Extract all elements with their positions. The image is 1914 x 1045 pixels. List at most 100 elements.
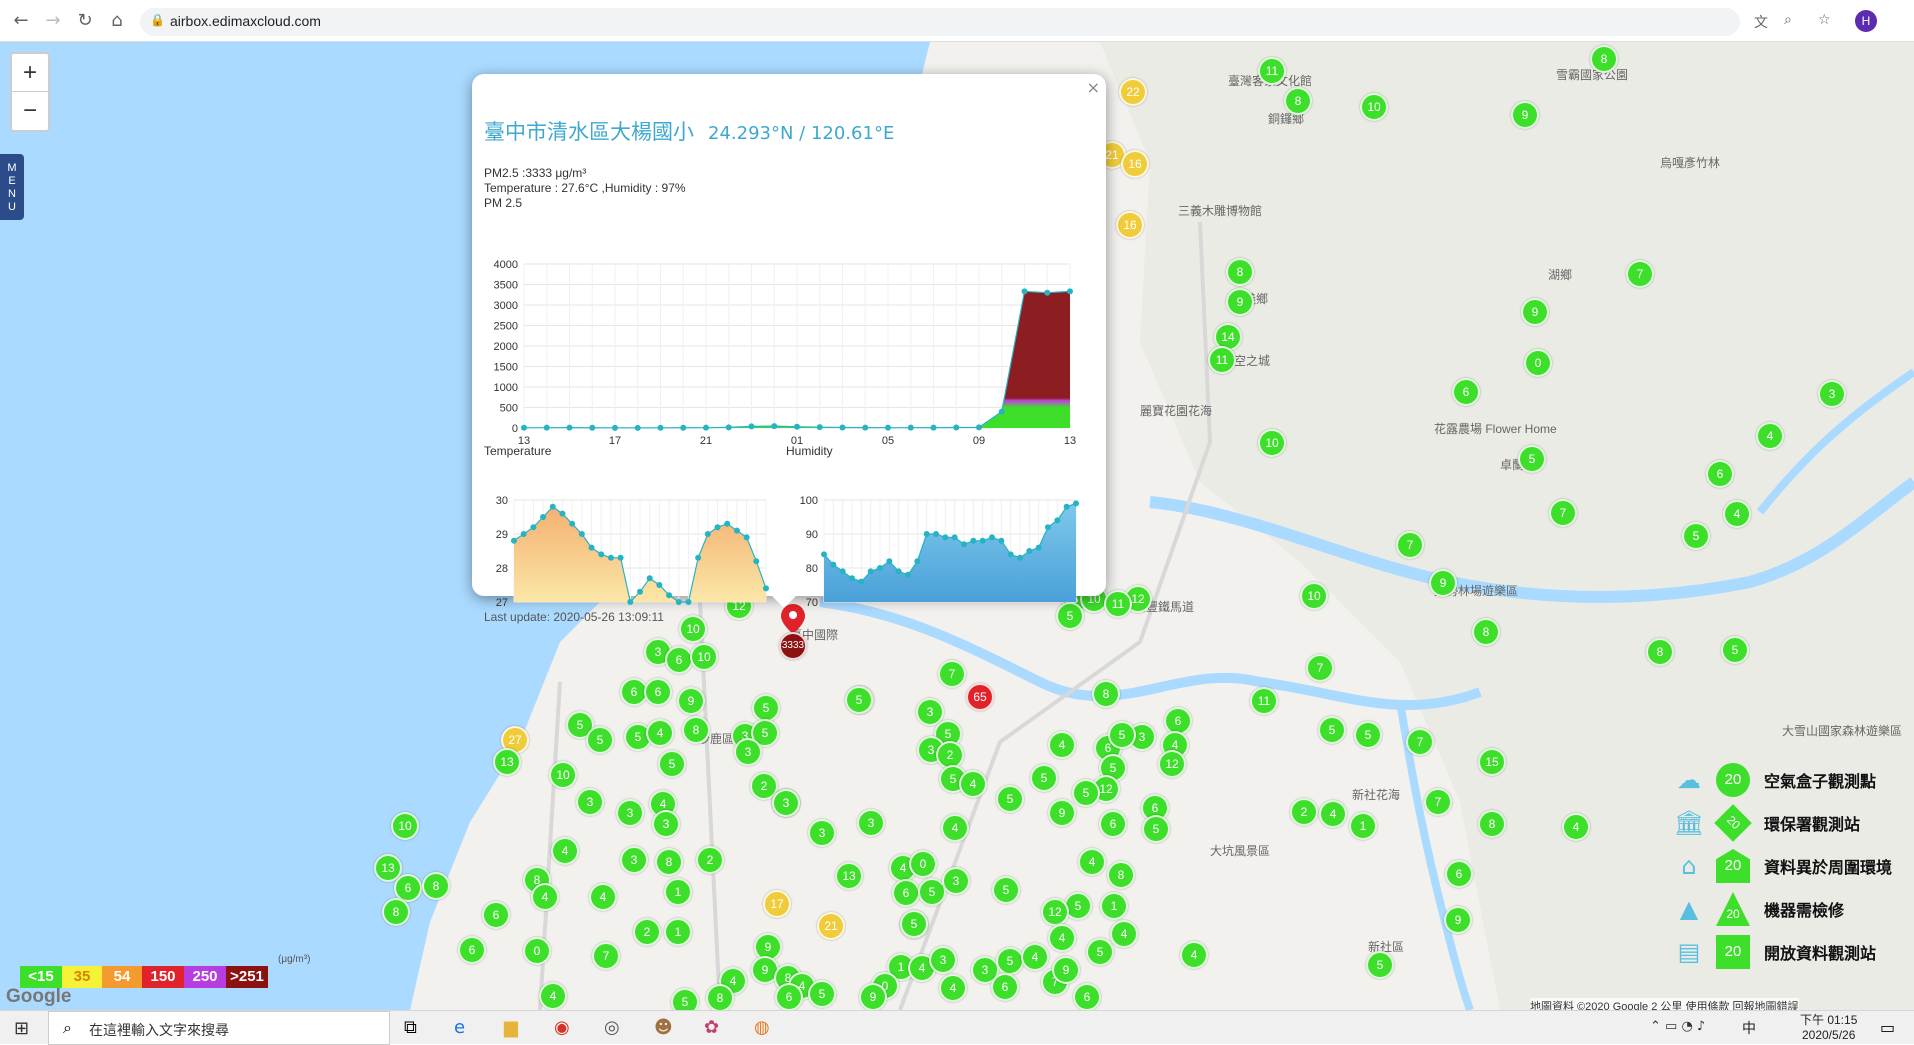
station-marker[interactable]: 6 [892,879,920,907]
station-marker[interactable]: 5 [752,694,780,722]
station-marker[interactable]: 15 [1478,748,1506,776]
station-marker[interactable]: 8 [1590,45,1618,73]
station-marker[interactable]: 13 [835,862,863,890]
station-marker[interactable]: 4 [1048,924,1076,952]
station-marker[interactable]: 1 [664,878,692,906]
station-marker[interactable]: 7 [938,660,966,688]
station-marker[interactable]: 5 [671,988,699,1010]
station-marker[interactable]: 22 [1119,78,1147,106]
station-marker[interactable]: 12 [1158,750,1186,778]
station-marker[interactable]: 11 [1250,687,1278,715]
station-marker[interactable]: 5 [1142,815,1170,843]
station-marker[interactable]: 5 [845,686,873,714]
station-marker[interactable]: 8 [655,848,683,876]
windows-start-icon[interactable]: ⊞ [14,1018,29,1039]
station-marker[interactable]: 5 [992,876,1020,904]
station-marker[interactable]: 10 [1258,429,1286,457]
station-marker[interactable]: 8 [422,872,450,900]
station-marker[interactable]: 2 [696,846,724,874]
station-marker[interactable]: 11 [1208,346,1236,374]
station-marker[interactable]: 4 [1021,943,1049,971]
station-marker[interactable]: 4 [1110,920,1138,948]
station-marker[interactable]: 8 [682,716,710,744]
station-marker[interactable]: 0 [1524,349,1552,377]
station-marker[interactable]: 8 [382,898,410,926]
station-marker[interactable]: 8 [1107,861,1135,889]
file-explorer-icon[interactable]: ▆ [504,1017,518,1038]
station-marker[interactable]: 3 [616,799,644,827]
station-marker[interactable]: 5 [1366,951,1394,979]
station-marker[interactable]: 6 [665,646,693,674]
station-marker[interactable]: 9 [1226,288,1254,316]
station-marker[interactable]: 17 [763,890,791,918]
station-marker[interactable]: 6 [482,901,510,929]
station-marker[interactable]: 6 [458,936,486,964]
app-icon-2[interactable]: ☻ [654,1017,673,1038]
station-marker[interactable]: 4 [531,883,559,911]
station-marker[interactable]: 5 [996,785,1024,813]
station-marker[interactable]: 5 [1682,522,1710,550]
station-marker[interactable]: 5 [1108,721,1136,749]
station-marker[interactable]: 9 [859,983,887,1010]
bookmark-star-icon[interactable]: ☆ [1818,12,1831,28]
station-marker[interactable]: 7 [1549,499,1577,527]
station-marker[interactable]: 0 [523,937,551,965]
station-marker[interactable]: 4 [939,974,967,1002]
station-marker[interactable]: 7 [592,942,620,970]
station-marker[interactable]: 7 [1406,728,1434,756]
app-icon-3[interactable]: ✿ [704,1017,719,1038]
station-marker[interactable]: 12 [1041,898,1069,926]
station-marker[interactable]: 11 [1104,590,1132,618]
station-marker[interactable]: 4 [646,719,674,747]
station-marker[interactable]: 10 [549,761,577,789]
station-marker[interactable]: 5 [808,980,836,1008]
zoom-in-button[interactable]: + [12,54,48,92]
station-marker[interactable]: 3 [772,789,800,817]
station-marker[interactable]: 2 [1290,798,1318,826]
station-marker[interactable]: 5 [1318,716,1346,744]
popup-close-button[interactable]: × [1087,78,1100,97]
taskbar-search[interactable]: ⌕ 在這裡輸入文字來搜尋 [48,1011,390,1045]
station-marker[interactable]: 7 [1396,531,1424,559]
station-marker[interactable]: 5 [1072,779,1100,807]
menu-tab[interactable]: MENU [0,154,24,220]
chrome-icon[interactable]: ◉ [554,1017,570,1038]
station-marker[interactable]: 5 [996,947,1024,975]
taskbar-clock[interactable]: 下午 01:15 2020/5/26 [1800,1013,1857,1043]
ime-indicator[interactable]: 中 [1742,1018,1756,1038]
station-marker[interactable]: 2 [633,918,661,946]
station-marker[interactable]: 5 [900,910,928,938]
station-marker[interactable]: 9 [1444,906,1472,934]
station-marker[interactable]: 0 [909,850,937,878]
map-canvas[interactable]: 臺灣客家文化館銅鑼鄉三義木雕博物館三義鄉天空之城麗寶花園花海花露農場 Flowe… [0,42,1914,1010]
station-marker[interactable]: 6 [775,983,803,1010]
station-marker[interactable]: 3 [652,810,680,838]
station-marker[interactable]: 9 [1521,298,1549,326]
station-marker[interactable]: 5 [1721,636,1749,664]
station-marker[interactable]: 10 [1300,582,1328,610]
station-marker[interactable]: 6 [644,678,672,706]
station-marker[interactable]: 4 [941,814,969,842]
back-icon[interactable]: ← [10,10,32,32]
station-marker[interactable]: 4 [1723,500,1751,528]
station-marker[interactable]: 8 [1284,87,1312,115]
station-marker[interactable]: 4 [539,982,567,1010]
station-marker[interactable]: 1 [1349,812,1377,840]
station-marker[interactable]: 3 [942,867,970,895]
station-marker[interactable]: 8 [1226,258,1254,286]
station-marker[interactable]: 3 [734,738,762,766]
station-marker[interactable]: 10 [391,812,419,840]
station-marker[interactable]: 9 [1048,799,1076,827]
station-marker[interactable]: 8 [1478,810,1506,838]
station-marker[interactable]: 7 [1424,788,1452,816]
station-marker[interactable]: 16 [1116,211,1144,239]
station-marker[interactable]: 3 [1818,380,1846,408]
profile-avatar[interactable]: H [1855,10,1877,32]
station-marker[interactable]: 10 [1360,93,1388,121]
notification-icon[interactable]: ▭ [1880,1018,1895,1037]
station-marker[interactable]: 21 [817,912,845,940]
station-marker[interactable]: 6 [991,973,1019,1001]
station-marker[interactable]: 5 [1354,721,1382,749]
translate-icon[interactable]: 文 [1754,12,1768,32]
station-marker[interactable]: 4 [589,883,617,911]
